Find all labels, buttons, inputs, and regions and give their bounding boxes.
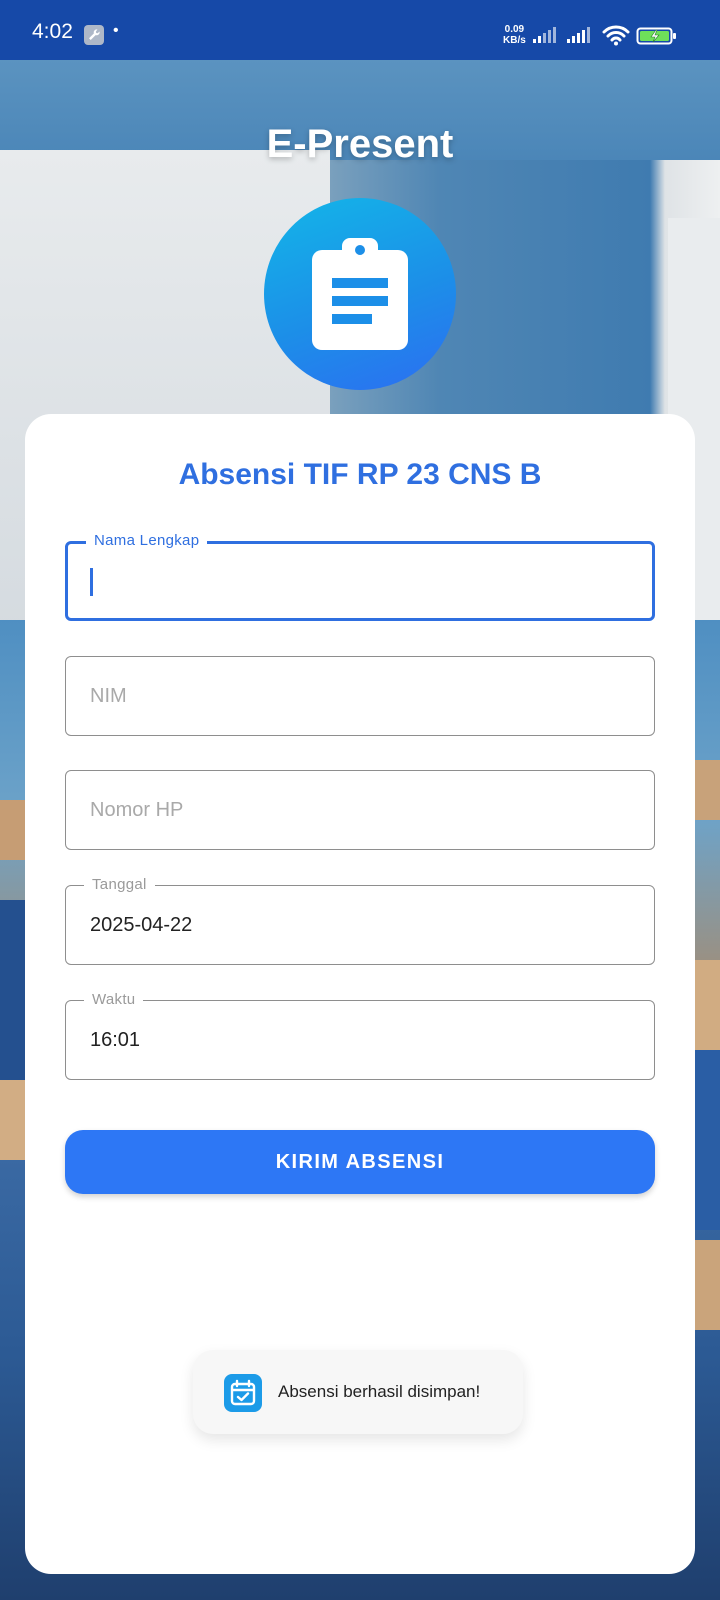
phone-number-field[interactable]: Nomor HP (65, 770, 655, 850)
app-logo (264, 198, 456, 390)
attendance-form-card: Absensi TIF RP 23 CNS B Nama Lengkap NIM… (25, 414, 695, 1574)
status-bar: 4:02 • 0.09 KB/s (0, 0, 720, 60)
calendar-check-icon (224, 1374, 262, 1412)
submit-attendance-button[interactable]: KIRIM ABSENSI (65, 1130, 655, 1194)
text-cursor (90, 568, 93, 596)
signal-2-icon (567, 27, 590, 43)
time-value: 16:01 (90, 1029, 141, 1051)
phone-number-placeholder: Nomor HP (90, 799, 184, 821)
date-value: 2025-04-22 (90, 914, 193, 936)
nim-placeholder: NIM (90, 685, 127, 707)
network-speed-unit: KB/s (503, 35, 526, 46)
full-name-label: Nama Lengkap (86, 532, 208, 550)
notification-dot-icon: • (113, 22, 119, 39)
battery-charging-icon (636, 27, 676, 45)
toast-message: Absensi berhasil disimpan! (278, 1382, 481, 1401)
network-speed: 0.09 KB/s (503, 24, 526, 46)
nim-field[interactable]: NIM (65, 656, 655, 736)
form-title: Absensi TIF RP 23 CNS B (178, 458, 542, 491)
clipboard-icon (312, 238, 408, 350)
full-name-field[interactable]: Nama Lengkap (65, 532, 655, 621)
date-field[interactable]: Tanggal 2025-04-22 (65, 876, 655, 965)
status-time: 4:02 (32, 20, 73, 43)
app-title: E-Present (266, 122, 454, 166)
date-label: Tanggal (84, 876, 155, 894)
time-label: Waktu (84, 991, 144, 1009)
time-field[interactable]: Waktu 16:01 (65, 991, 655, 1080)
wifi-icon (602, 25, 630, 46)
signal-1-icon (533, 27, 556, 43)
network-speed-value: 0.09 (504, 24, 525, 35)
success-toast: Absensi berhasil disimpan! (193, 1350, 523, 1434)
wrench-icon (84, 25, 104, 45)
